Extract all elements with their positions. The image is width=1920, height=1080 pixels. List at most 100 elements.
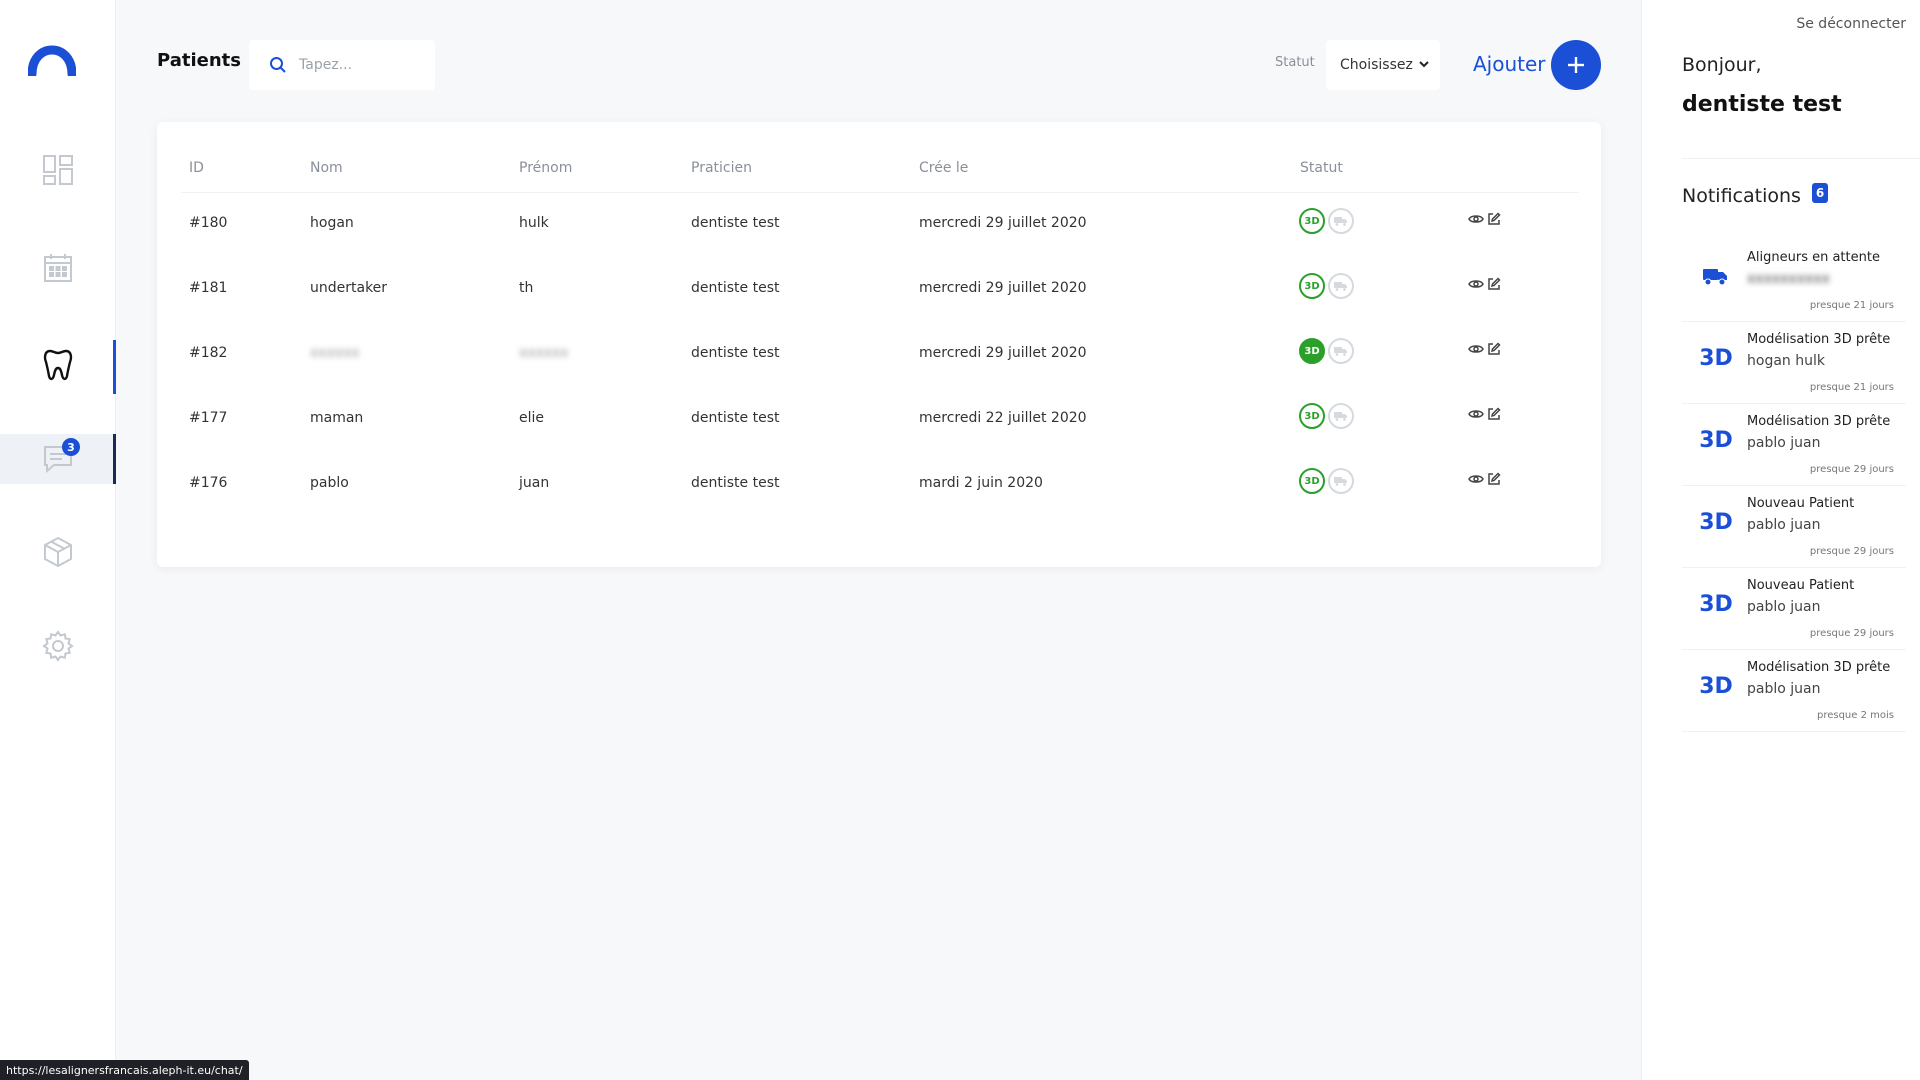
notification-subtitle: pablo juan — [1747, 599, 1821, 615]
table-row[interactable]: #176 pablo juan dentiste test mardi 2 ju… — [157, 453, 1601, 518]
truck-status-icon — [1328, 403, 1354, 429]
search-input[interactable] — [299, 57, 419, 73]
nav-messages[interactable]: 3 — [0, 434, 116, 484]
brand-logo[interactable] — [27, 32, 77, 79]
view-icon[interactable] — [1467, 405, 1485, 423]
cell-nom: xxxxxx — [310, 345, 360, 361]
cell-created: mardi 2 juin 2020 — [919, 475, 1043, 491]
notification-item[interactable]: 3D Modélisation 3D prête pablo juan presq… — [1682, 404, 1906, 486]
3d-icon: 3D — [1699, 673, 1733, 699]
table-row[interactable]: #180 hogan hulk dentiste test mercredi 2… — [157, 193, 1601, 258]
nav-dashboard[interactable] — [0, 145, 116, 195]
calendar-icon — [44, 254, 72, 282]
edit-icon[interactable] — [1485, 275, 1503, 293]
edit-icon[interactable] — [1485, 340, 1503, 358]
patients-table: ID Nom Prénom Praticien Crée le Statut #… — [157, 122, 1601, 567]
dashboard-icon — [43, 155, 73, 185]
nav-settings[interactable] — [0, 621, 116, 671]
column-header-id[interactable]: ID — [189, 160, 204, 176]
table-row[interactable]: #181 undertaker th dentiste test mercred… — [157, 258, 1601, 323]
notification-title: Aligneurs en attente — [1747, 250, 1880, 265]
cell-created: mercredi 22 juillet 2020 — [919, 410, 1087, 426]
notification-item[interactable]: 3D Nouveau Patient pablo juan presque 29 … — [1682, 568, 1906, 650]
cell-nom: pablo — [310, 475, 349, 491]
notification-subtitle: xxxxxxxxxx — [1747, 271, 1830, 287]
column-header-prenom[interactable]: Prénom — [519, 160, 572, 176]
page-title: Patients — [157, 50, 241, 71]
view-icon[interactable] — [1467, 470, 1485, 488]
cell-nom: maman — [310, 410, 364, 426]
notification-item[interactable]: 3D Modélisation 3D prête pablo juan presq… — [1682, 650, 1906, 732]
gear-icon — [42, 630, 74, 662]
truck-status-icon — [1328, 468, 1354, 494]
username: dentiste test — [1682, 92, 1842, 117]
status-select-value: Choisissez — [1340, 57, 1413, 73]
notification-title: Modélisation 3D prête — [1747, 660, 1891, 675]
cell-praticien: dentiste test — [691, 345, 780, 361]
notification-time: presque 21 jours — [1809, 300, 1894, 311]
notification-title: Nouveau Patient — [1747, 496, 1855, 511]
add-patient-label[interactable]: Ajouter — [1473, 52, 1546, 76]
notification-time: presque 29 jours — [1809, 628, 1894, 639]
cell-prenom: juan — [519, 475, 550, 491]
cell-prenom: xxxxxx — [519, 345, 569, 361]
nav-calendar[interactable] — [0, 243, 116, 293]
truck-status-icon — [1328, 273, 1354, 299]
notifications-count-badge: 6 — [1812, 183, 1828, 203]
table-row[interactable]: #177 maman elie dentiste test mercredi 2… — [157, 388, 1601, 453]
right-panel: Se déconnecter Bonjour, dentiste test No… — [1641, 0, 1920, 1080]
column-header-praticien[interactable]: Praticien — [691, 160, 752, 176]
add-patient-button[interactable] — [1551, 40, 1601, 90]
notification-subtitle: pablo juan — [1747, 435, 1821, 451]
status-select[interactable]: Choisissez — [1326, 40, 1440, 90]
cell-praticien: dentiste test — [691, 410, 780, 426]
logout-link[interactable]: Se déconnecter — [1796, 16, 1906, 32]
cell-id: #182 — [189, 345, 228, 361]
notification-item[interactable]: 3D Nouveau Patient pablo juan presque 29 … — [1682, 486, 1906, 568]
view-icon[interactable] — [1467, 275, 1485, 293]
status-3d-badge: 3D — [1299, 468, 1325, 494]
view-icon[interactable] — [1467, 340, 1485, 358]
column-header-status[interactable]: Statut — [1300, 160, 1343, 176]
browser-status-url: https://lesalignersfrancais.aleph-it.eu/… — [0, 1060, 249, 1080]
notification-subtitle: pablo juan — [1747, 681, 1821, 697]
status-3d-badge: 3D — [1299, 338, 1325, 364]
messages-badge: 3 — [62, 438, 80, 456]
column-header-created[interactable]: Crée le — [919, 160, 968, 176]
notification-item[interactable]: 3D Modélisation 3D prête hogan hulk presq… — [1682, 322, 1906, 404]
notification-title: Nouveau Patient — [1747, 578, 1855, 593]
box-icon — [44, 537, 72, 567]
greeting: Bonjour, — [1682, 54, 1762, 76]
chevron-down-icon — [1419, 61, 1429, 68]
notification-item[interactable]: Aligneurs en attente xxxxxxxxxx presque … — [1682, 240, 1906, 322]
nav-packages[interactable] — [0, 527, 116, 577]
status-filter-label: Statut — [1275, 55, 1315, 70]
notification-time: presque 29 jours — [1809, 464, 1894, 475]
cell-id: #177 — [189, 410, 228, 426]
status-3d-badge: 3D — [1299, 208, 1325, 234]
search-box[interactable] — [249, 40, 435, 90]
nav-patients[interactable] — [0, 340, 116, 394]
notification-subtitle: pablo juan — [1747, 517, 1821, 533]
table-row[interactable]: #182 xxxxxx xxxxxx dentiste test mercred… — [157, 323, 1601, 388]
notifications-title: Notifications — [1682, 185, 1801, 207]
cell-nom: hogan — [310, 215, 354, 231]
edit-icon[interactable] — [1485, 210, 1503, 228]
cell-prenom: elie — [519, 410, 545, 426]
edit-icon[interactable] — [1485, 470, 1503, 488]
3d-icon: 3D — [1699, 345, 1733, 371]
cell-id: #181 — [189, 280, 228, 296]
column-header-nom[interactable]: Nom — [310, 160, 343, 176]
notification-subtitle: hogan hulk — [1747, 353, 1825, 369]
cell-id: #176 — [189, 475, 228, 491]
notification-time: presque 29 jours — [1809, 546, 1894, 557]
cell-id: #180 — [189, 215, 228, 231]
3d-icon: 3D — [1699, 591, 1733, 617]
notification-time: presque 2 mois — [1816, 710, 1894, 721]
cell-praticien: dentiste test — [691, 475, 780, 491]
view-icon[interactable] — [1467, 210, 1485, 228]
status-3d-badge: 3D — [1299, 273, 1325, 299]
cell-praticien: dentiste test — [691, 215, 780, 231]
3d-icon: 3D — [1699, 427, 1733, 453]
edit-icon[interactable] — [1485, 405, 1503, 423]
